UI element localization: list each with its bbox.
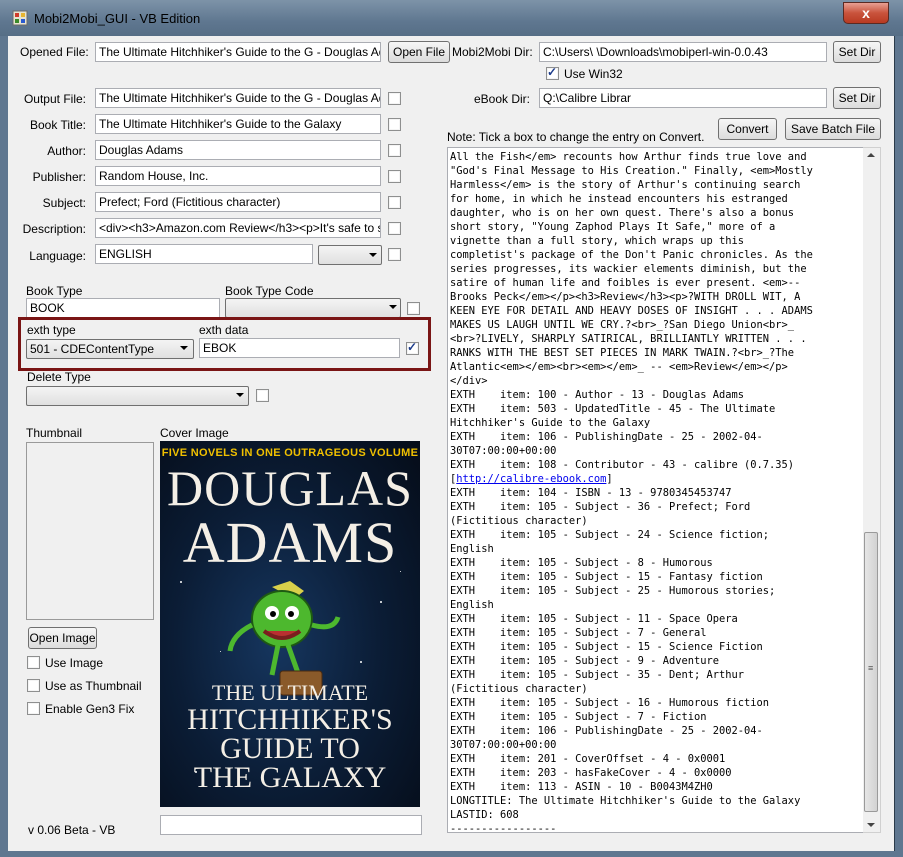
thumbnail-label: Thumbnail [26,426,83,440]
language-input[interactable]: ENGLISH [95,244,313,264]
window-title: Mobi2Mobi_GUI - VB Edition [34,11,201,26]
exth-data-checkbox[interactable] [406,340,419,355]
language-checkbox[interactable] [388,248,401,261]
description-checkbox[interactable] [388,222,401,235]
description-label: Description: [22,222,86,236]
publisher-input[interactable]: Random House, Inc. [95,166,381,186]
scroll-up-icon[interactable] [867,153,875,157]
publisher-label: Publisher: [32,170,86,184]
cover-image-label: Cover Image [160,426,229,440]
convert-button[interactable]: Convert [718,118,777,140]
delete-type-label: Delete Type [27,370,91,384]
note-label: Note: Tick a box to change the entry on … [447,130,705,144]
exth-data-label: exth data [199,323,249,337]
opened-file-input[interactable]: The Ultimate Hitchhiker's Guide to the G… [95,42,381,62]
window-frame-bottom [0,851,903,857]
output-file-label: Output File: [23,92,86,106]
cover-title-line-1: THE ULTIMATE [211,680,369,705]
exth-data-input[interactable]: EBOK [199,338,400,358]
ebook-dir-input[interactable]: Q:\Calibre Librar [539,88,827,108]
enable-gen3-fix-label: Enable Gen3 Fix [45,702,135,716]
mobi2mobi-dir-label: Mobi2Mobi Dir: [452,45,533,59]
enable-gen3-fix-checkbox[interactable] [27,702,40,715]
delete-type-dropdown[interactable] [26,386,249,406]
title-bar[interactable]: Mobi2Mobi_GUI - VB Edition x [0,0,903,36]
window-frame-left [0,36,8,857]
use-as-thumbnail-label: Use as Thumbnail [45,679,142,693]
chevron-down-icon [180,346,188,350]
open-image-button[interactable]: Open Image [28,627,97,649]
language-dropdown[interactable] [318,245,382,265]
book-title-checkbox[interactable] [388,118,401,131]
exth-type-dropdown[interactable]: 501 - CDEContentType [26,339,194,359]
log-scrollbar[interactable]: ≡ [863,147,881,833]
publisher-checkbox[interactable] [388,170,401,183]
author-input[interactable]: Douglas Adams [95,140,381,160]
log-text-after: ] EXTH item: 104 - ISBN - 13 - 978034545… [450,473,801,833]
author-checkbox[interactable] [388,144,401,157]
window-frame-right [895,36,903,857]
book-type-code-checkbox[interactable] [407,302,420,315]
cover-author-last: ADAMS [182,510,398,575]
use-image-checkbox[interactable] [27,656,40,669]
output-file-input[interactable]: The Ultimate Hitchhiker's Guide to the G… [95,88,381,108]
use-as-thumbnail-checkbox[interactable] [27,679,40,692]
close-button[interactable]: x [843,2,889,24]
chevron-down-icon [236,393,244,397]
set-mobi2mobi-dir-button[interactable]: Set Dir [833,41,881,63]
chevron-down-icon [389,305,397,309]
book-title-label: Book Title: [29,118,86,132]
cover-image: FIVE NOVELS IN ONE OUTRAGEOUS VOLUME DOU… [160,441,420,807]
book-type-code-label: Book Type Code [225,284,314,298]
exth-type-label: exth type [27,323,76,337]
chevron-down-icon [369,253,377,257]
author-label: Author: [47,144,86,158]
status-input[interactable] [160,815,422,835]
app-icon [12,10,28,26]
output-log[interactable]: All the Fish</em> recounts how Arthur fi… [447,147,864,833]
subject-input[interactable]: Prefect; Ford (Fictitious character) [95,192,381,212]
opened-file-label: Opened File: [20,45,89,59]
close-icon: x [862,5,870,21]
subject-label: Subject: [42,196,86,210]
grip-icon: ≡ [868,663,874,673]
ebook-dir-label: eBook Dir: [473,92,530,106]
thumbnail-preview [26,442,154,620]
book-type-label: Book Type [26,284,83,298]
cover-title-line-3: GUIDE TO [220,732,360,765]
open-file-button[interactable]: Open File [388,41,450,63]
cover-title: THE ULTIMATE HITCHHIKER'S GUIDE TO THE G… [160,680,420,794]
language-label: Language: [29,249,86,263]
book-title-input[interactable]: The Ultimate Hitchhiker's Guide to the G… [95,114,381,134]
use-image-label: Use Image [45,656,104,670]
save-batch-file-button[interactable]: Save Batch File [785,118,881,140]
book-type-code-dropdown[interactable] [225,298,401,318]
cover-title-line-2: HITCHHIKER'S [187,703,393,736]
description-input[interactable]: <div><h3>Amazon.com Review</h3><p>It's s… [95,218,381,238]
cover-title-line-4: THE GALAXY [193,761,387,794]
subject-checkbox[interactable] [388,196,401,209]
delete-type-checkbox[interactable] [256,389,269,402]
use-win32-label: Use Win32 [564,67,623,81]
output-file-checkbox[interactable] [388,92,401,105]
log-text-before: All the Fish</em> recounts how Arthur fi… [450,151,813,485]
use-win32-checkbox[interactable] [546,65,559,80]
version-label: v 0.06 Beta - VB [28,823,116,837]
log-text: All the Fish</em> recounts how Arthur fi… [448,148,863,833]
set-ebook-dir-button[interactable]: Set Dir [833,87,881,109]
scrollbar-thumb[interactable]: ≡ [864,532,878,812]
calibre-link[interactable]: http://calibre-ebook.com [456,473,606,485]
mobi2mobi-dir-input[interactable]: C:\Users\ \Downloads\mobiperl-win-0.0.43 [539,42,827,62]
book-type-input[interactable]: BOOK [26,298,220,318]
scroll-down-icon[interactable] [867,823,875,827]
